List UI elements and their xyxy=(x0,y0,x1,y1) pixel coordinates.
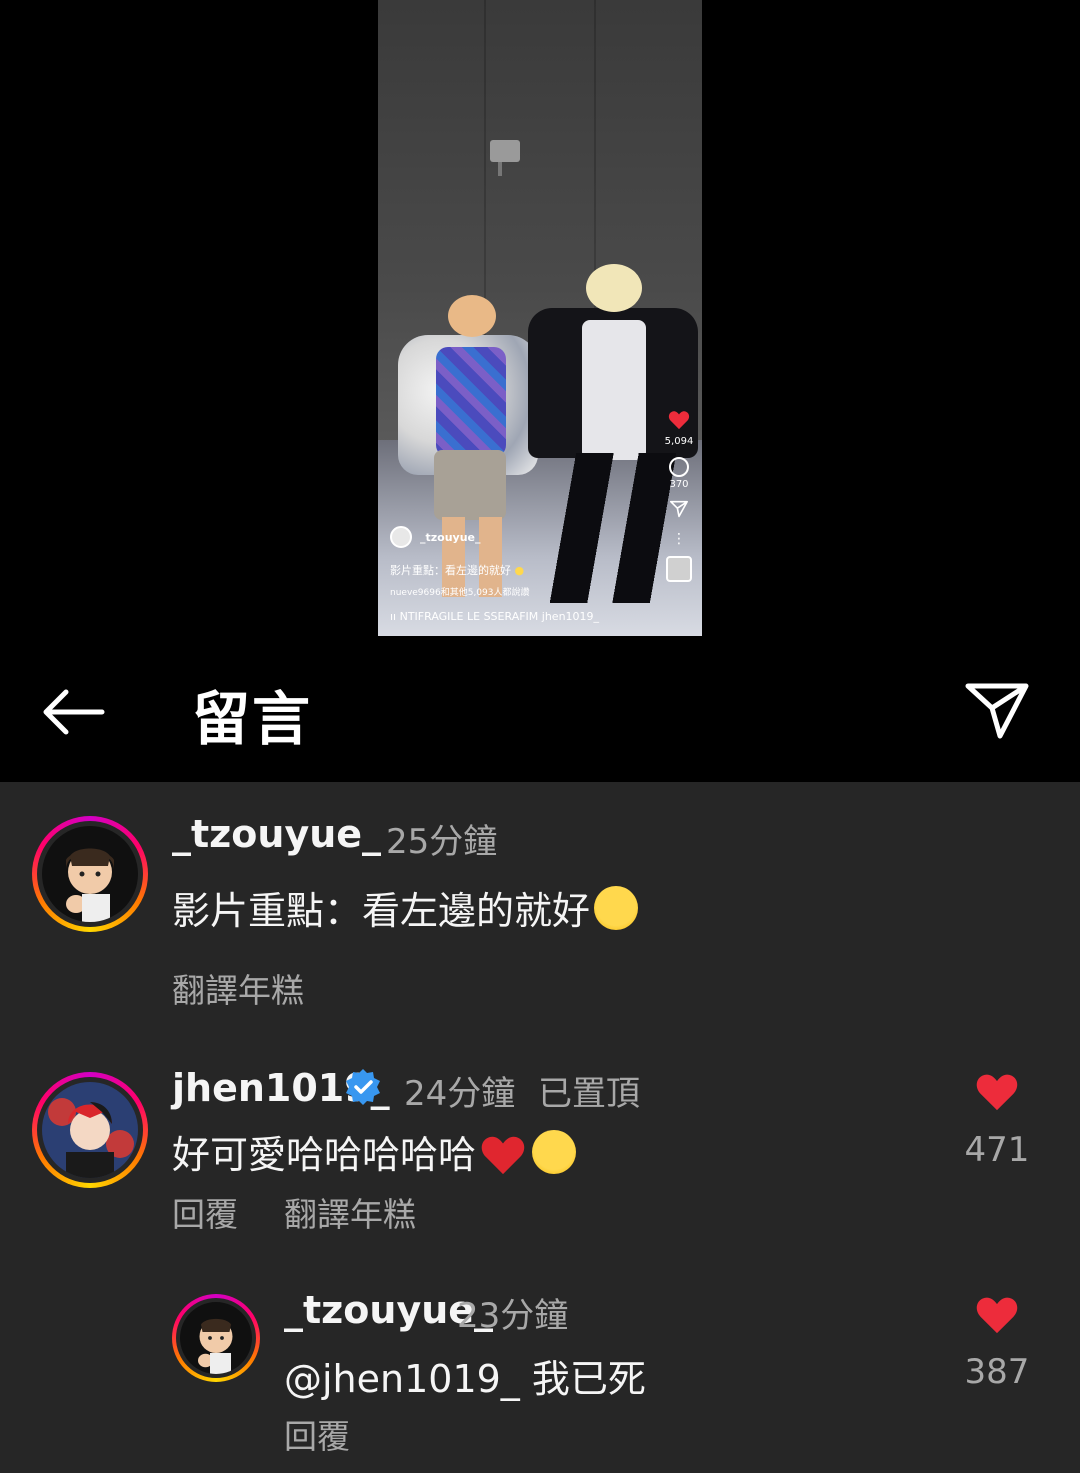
reply-link[interactable]: 回覆 xyxy=(284,1410,350,1458)
share-button[interactable] xyxy=(964,680,1030,740)
comment-time: 23分鐘 xyxy=(457,1296,569,1336)
send-icon xyxy=(669,500,688,518)
translate-link[interactable]: 翻譯年糕 xyxy=(172,964,304,1012)
video-like-button[interactable]: 5,094 xyxy=(664,410,694,447)
video-music-line[interactable]: ıı NTIFRAGILE LE SSERAFIM jhen1019_ xyxy=(390,610,599,623)
like-count: 387 xyxy=(964,1352,1030,1392)
video-caption: 影片重點：看左邊的就好 ● xyxy=(390,564,525,577)
video-actions: 5,094 370 ⋮ xyxy=(664,410,694,582)
memoji-avatar-icon xyxy=(198,1318,233,1374)
more-options-icon[interactable]: ⋮ xyxy=(664,532,694,546)
video-author-avatar xyxy=(390,526,412,548)
page-title: 留言 xyxy=(192,685,313,753)
comments-list: _tzouyue_ 25分鐘 影片重點：看左邊的就好 翻譯年糕 jhen1019… xyxy=(0,782,1080,1473)
comment-text: @jhen1019_ 我已死 xyxy=(284,1357,646,1401)
reply-link[interactable]: 回覆 xyxy=(172,1188,238,1236)
pinned-label: 已置頂 xyxy=(538,1074,640,1114)
heart-icon[interactable] xyxy=(975,1072,1019,1112)
comment-time: 24分鐘 xyxy=(404,1074,516,1114)
smiling-tear-emoji xyxy=(594,886,639,930)
video-share-button[interactable] xyxy=(664,500,694,522)
video-frame[interactable]: 5,094 370 ⋮ _tzouyue_ 影片重點：看左邊的就好 ● nuev… xyxy=(378,0,702,636)
memoji-avatar-icon xyxy=(66,848,114,922)
audio-thumbnail[interactable] xyxy=(666,556,692,582)
back-button[interactable] xyxy=(40,686,106,738)
comment-time: 25分鐘 xyxy=(386,822,498,862)
video-comment-count: 370 xyxy=(669,479,689,490)
anime-avatar-icon xyxy=(48,1098,134,1178)
security-camera xyxy=(490,140,520,176)
tears-of-joy-emoji xyxy=(532,1130,577,1174)
video-likes-line[interactable]: nueve9696和其他5,093人都說讚 xyxy=(390,585,529,598)
comment-text: 影片重點：看左邊的就好 xyxy=(172,880,639,935)
send-icon xyxy=(965,683,1029,739)
video-comment-button[interactable]: 370 xyxy=(664,457,694,490)
video-author[interactable]: _tzouyue_ xyxy=(390,526,481,548)
heart-icon[interactable] xyxy=(975,1295,1019,1335)
translate-link[interactable]: 翻譯年糕 xyxy=(284,1188,416,1236)
comments-header xyxy=(0,660,1080,782)
comment-bubble-icon xyxy=(669,457,689,477)
video-author-username: _tzouyue_ xyxy=(420,530,481,544)
heart-icon xyxy=(668,411,690,430)
comment-username[interactable]: _tzouyue_ xyxy=(172,812,381,856)
avatar[interactable] xyxy=(32,816,148,932)
smiling-tear-emoji: ● xyxy=(511,564,525,577)
arrow-left-icon xyxy=(43,689,105,735)
avatar[interactable] xyxy=(32,1072,148,1188)
video-player-area: 5,094 370 ⋮ _tzouyue_ 影片重點：看左邊的就好 ● nuev… xyxy=(0,0,1080,660)
red-heart-emoji xyxy=(481,1136,525,1175)
video-like-count: 5,094 xyxy=(664,436,694,447)
avatar[interactable] xyxy=(172,1294,260,1382)
comment-text: 好可愛哈哈哈哈哈 xyxy=(172,1124,577,1179)
like-count: 471 xyxy=(964,1130,1030,1170)
verified-badge-icon xyxy=(346,1069,380,1105)
